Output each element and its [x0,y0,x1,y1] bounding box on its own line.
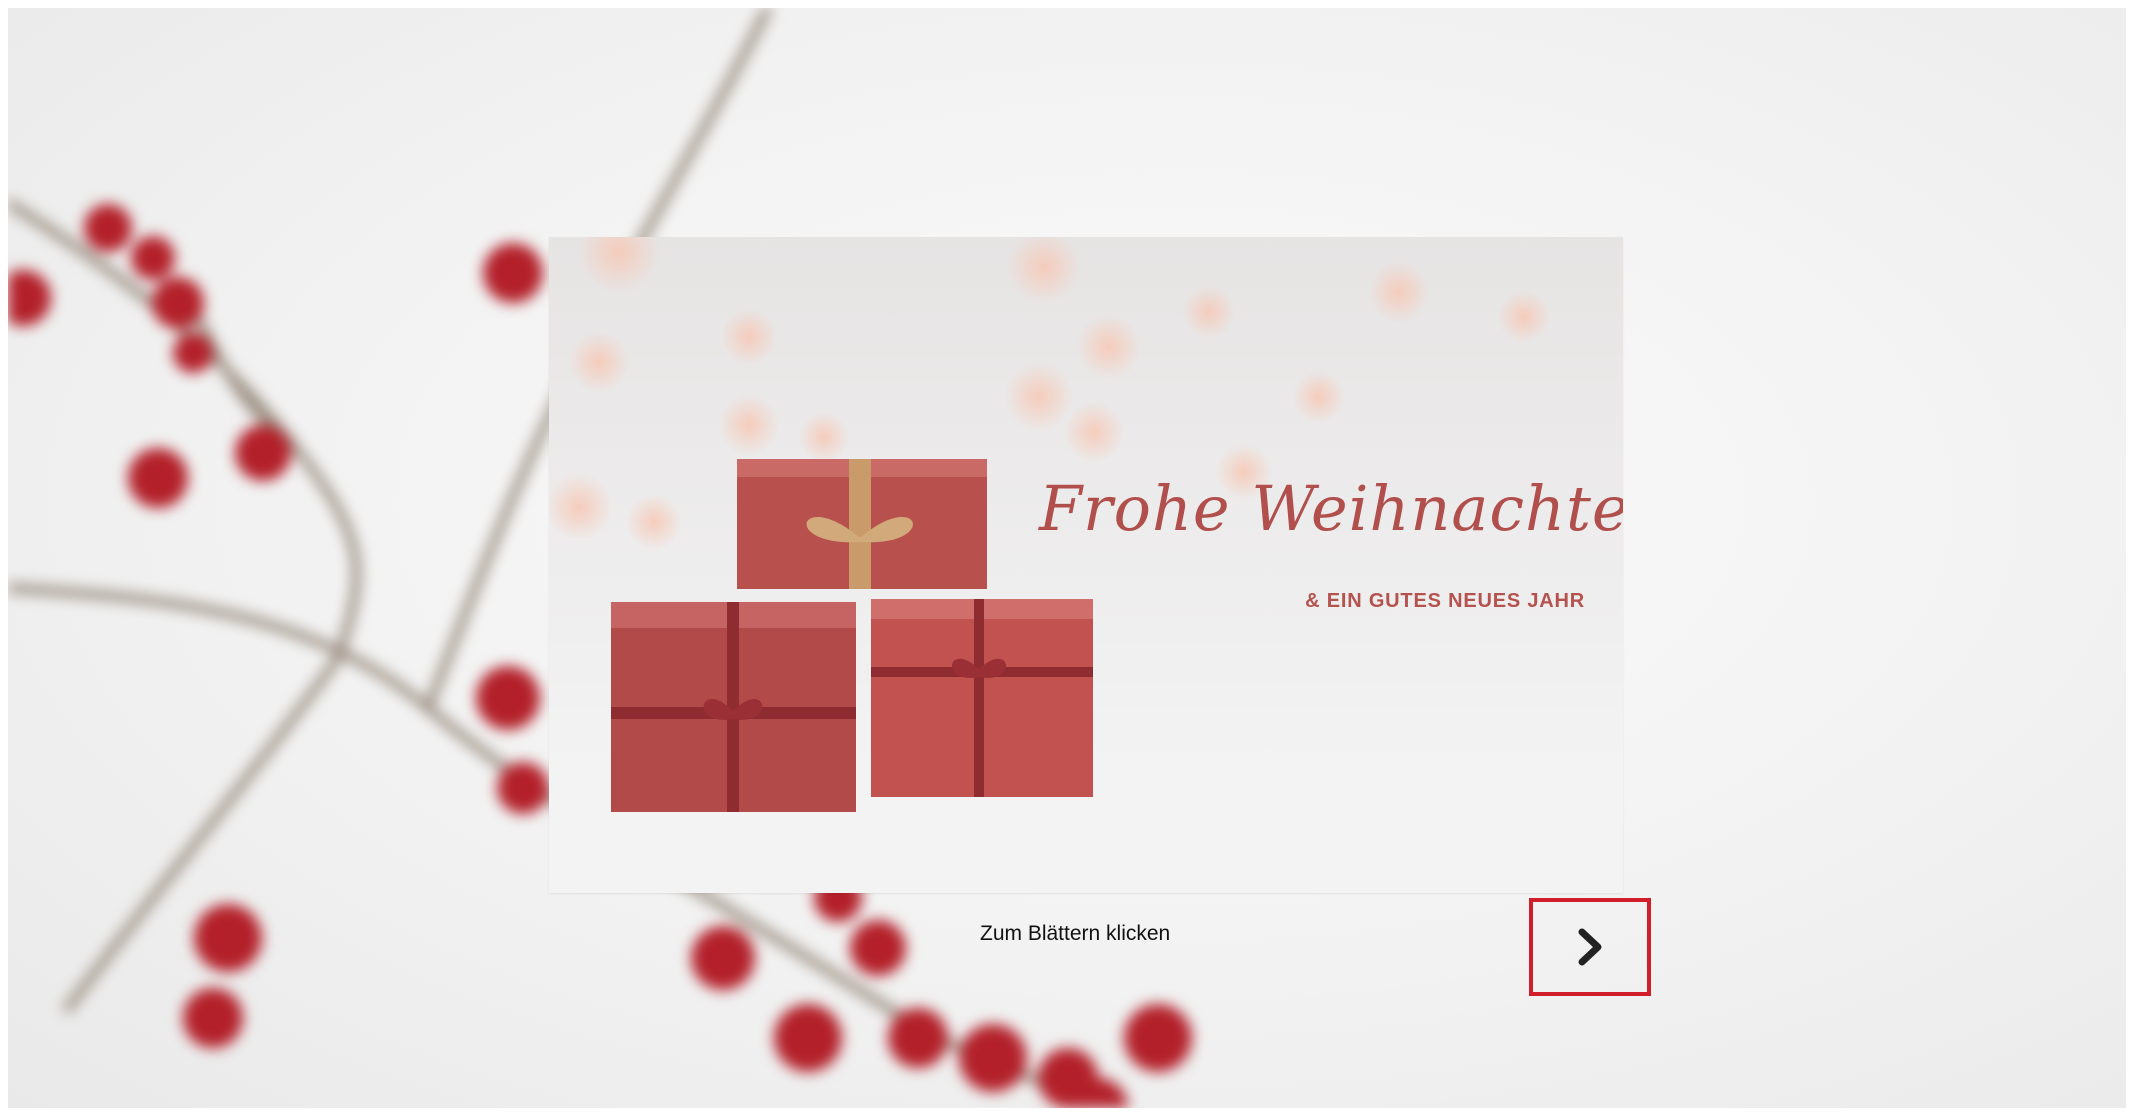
greeting-card[interactable]: Frohe Weihnachten & EIN GUTES NEUES JAHR [549,237,1623,893]
chevron-right-icon [1578,928,1602,966]
next-page-button[interactable] [1529,898,1651,996]
card-subline: & EIN GUTES NEUES JAHR [1305,590,1585,612]
page-flip-hint: Zum Blättern klicken [980,922,1171,945]
card-headline: Frohe Weihnachten [1039,472,1623,545]
gift-boxes-illustration [549,237,1623,893]
page-background: Frohe Weihnachten & EIN GUTES NEUES JAHR… [8,8,2126,1108]
